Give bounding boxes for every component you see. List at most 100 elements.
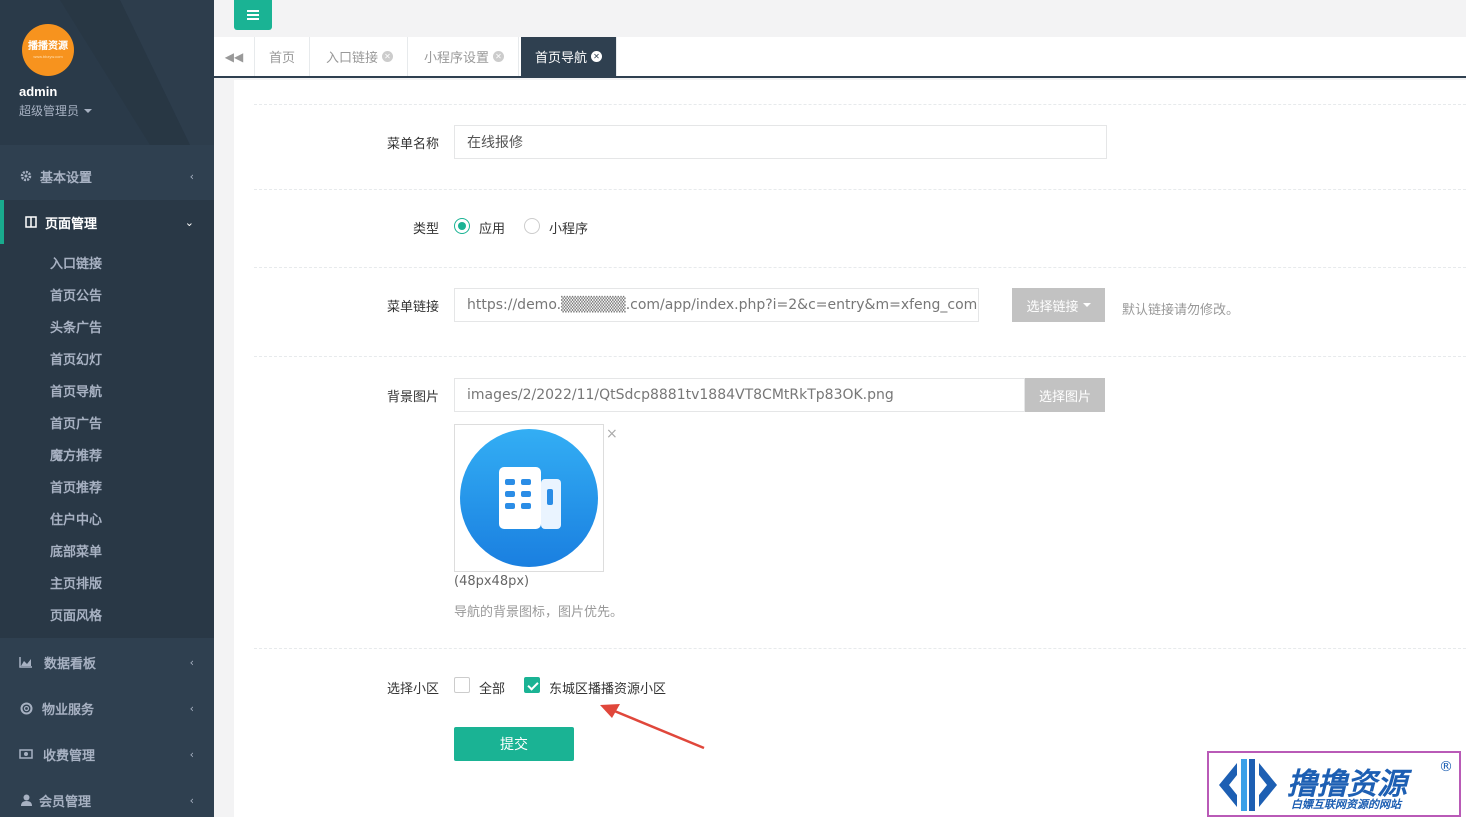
sidebar-toggle-button[interactable] xyxy=(234,0,272,30)
watermark-logo: 撸撸资源 ® 白嫖互联网资源的网站 xyxy=(1207,751,1461,817)
sidebar-item-billing[interactable]: 收费管理 ‹ xyxy=(0,732,214,776)
user-icon xyxy=(19,793,33,807)
page-tabs: ◀◀ 首页 入口链接 ✕ 小程序设置 ✕ 首页导航 ✕ xyxy=(214,37,1466,78)
close-icon[interactable]: ✕ xyxy=(493,51,505,62)
menu-link-label: 菜单链接 xyxy=(386,300,439,315)
sidebar-item-label: 收费管理 xyxy=(43,748,96,764)
tab-label: 小程序设置 xyxy=(424,51,490,66)
image-size-note: (48px48px) xyxy=(454,574,530,589)
sidebar-subitem-resident-center[interactable]: 住户中心 xyxy=(50,509,102,528)
area-chart-icon xyxy=(19,655,33,669)
logo-subtext: www.bbzyw.com xyxy=(33,53,63,59)
community-checkbox-all[interactable] xyxy=(454,677,470,693)
chevron-left-icon: ‹ xyxy=(189,747,194,761)
menu-name-input[interactable]: 在线报修 xyxy=(454,125,1107,159)
logo-text: 播播资源 xyxy=(28,40,68,52)
type-radio-app[interactable] xyxy=(454,218,470,234)
life-ring-icon xyxy=(19,701,33,715)
sidebar-subitem-home-slides[interactable]: 首页幻灯 xyxy=(50,349,102,368)
profile-panel: 播播资源 www.bbzyw.com admin 超级管理员 xyxy=(0,0,214,145)
caret-down-icon xyxy=(84,108,93,113)
type-option-app-label: 应用 xyxy=(479,222,506,237)
sidebar-item-basic-settings[interactable]: 基本设置 ‹ xyxy=(0,154,214,198)
menu-link-input[interactable]: https://demo.▒▒▒▒▒▒.com/app/index.php?i=… xyxy=(454,288,979,322)
sidebar-item-property-service[interactable]: 物业服务 ‹ xyxy=(0,686,214,730)
tab-entry-links[interactable]: 入口链接 ✕ xyxy=(312,37,409,76)
sidebar-item-label: 数据看板 xyxy=(44,656,97,672)
tab-label: 首页导航 xyxy=(535,51,588,66)
divider xyxy=(254,648,1466,649)
chevron-left-icon: ‹ xyxy=(189,169,194,183)
type-label: 类型 xyxy=(412,222,439,237)
background-image-help: 导航的背景图标，图片优先。 xyxy=(454,605,624,620)
close-icon[interactable]: ✕ xyxy=(382,51,394,62)
tab-label: 入口链接 xyxy=(326,51,379,66)
sidebar-item-label: 会员管理 xyxy=(39,794,92,810)
profile-background xyxy=(60,0,214,145)
sidebar-subitem-bottom-menu[interactable]: 底部菜单 xyxy=(50,541,102,560)
sidebar-subitem-headline-ads[interactable]: 头条广告 xyxy=(50,317,102,336)
background-image-label: 背景图片 xyxy=(386,390,439,405)
tab-miniprogram-settings[interactable]: 小程序设置 ✕ xyxy=(410,37,520,76)
watermark-emblem-icon xyxy=(1219,759,1277,811)
menu-name-label: 菜单名称 xyxy=(386,137,439,152)
sidebar-subitem-cube-recommend[interactable]: 魔方推荐 xyxy=(50,445,102,464)
main-content: 菜单名称 在线报修 类型 应用 小程序 菜单链接 https://demo.▒▒… xyxy=(234,80,1466,817)
sidebar-item-label: 物业服务 xyxy=(42,702,95,718)
divider xyxy=(254,267,1466,268)
annotation-arrow-icon xyxy=(600,704,705,750)
hamburger-icon xyxy=(247,10,259,20)
tab-home[interactable]: 首页 xyxy=(255,37,311,76)
sidebar-subitem-home-ads[interactable]: 首页广告 xyxy=(50,413,102,432)
sidebar-item-page-management[interactable]: 页面管理 ⌄ xyxy=(0,200,214,244)
profile-role-label: 超级管理员 xyxy=(19,104,80,118)
type-option-miniprogram-label: 小程序 xyxy=(549,222,589,237)
money-icon xyxy=(19,747,33,761)
tab-home-navigation[interactable]: 首页导航 ✕ xyxy=(521,37,618,76)
tab-label: 首页 xyxy=(269,51,296,66)
remove-image-button[interactable]: × xyxy=(606,426,618,442)
background-image-preview xyxy=(454,424,604,572)
background-image-input[interactable]: images/2/2022/11/QtSdcp8881tv1884VT8CMtR… xyxy=(454,378,1025,412)
watermark-subtitle: 白嫖互联网资源的网站 xyxy=(1291,798,1401,811)
select-link-button[interactable]: 选择链接 xyxy=(1012,288,1105,322)
sidebar-item-dashboard[interactable]: 数据看板 ‹ xyxy=(0,640,214,684)
select-link-label: 选择链接 xyxy=(1026,299,1079,315)
close-icon[interactable]: ✕ xyxy=(591,51,603,62)
chevron-left-icon: ‹ xyxy=(189,655,194,669)
sidebar-subitem-entry-links[interactable]: 入口链接 xyxy=(50,253,102,272)
tabs-scroll-left-button[interactable]: ◀◀ xyxy=(214,37,255,76)
chevron-down-icon: ⌄ xyxy=(184,215,194,229)
menu-link-help: 默认链接请勿修改。 xyxy=(1122,303,1240,318)
profile-name[interactable]: admin xyxy=(19,84,57,99)
sidebar-item-label: 基本设置 xyxy=(40,170,93,186)
top-navbar xyxy=(214,0,1466,37)
divider xyxy=(254,189,1466,190)
divider xyxy=(254,104,1466,105)
brand-logo: 播播资源 www.bbzyw.com xyxy=(22,24,74,76)
sidebar-subitem-home-recommend[interactable]: 首页推荐 xyxy=(50,477,102,496)
community-label: 选择小区 xyxy=(386,682,439,697)
sidebar-subitem-page-style[interactable]: 页面风格 xyxy=(50,605,102,624)
caret-down-icon xyxy=(1082,303,1091,307)
type-radio-miniprogram[interactable] xyxy=(524,218,540,234)
sidebar-subitem-home-notice[interactable]: 首页公告 xyxy=(50,285,102,304)
profile-role-dropdown[interactable]: 超级管理员 xyxy=(19,102,93,119)
sidebar: 播播资源 www.bbzyw.com admin 超级管理员 基本设置 ‹ 页面… xyxy=(0,0,214,817)
divider xyxy=(254,356,1466,357)
sidebar-subitem-home-layout[interactable]: 主页排版 xyxy=(50,573,102,592)
community-option-all-label: 全部 xyxy=(479,682,506,697)
submit-button[interactable]: 提交 xyxy=(454,727,574,761)
sidebar-subitem-home-nav[interactable]: 首页导航 xyxy=(50,381,102,400)
building-icon xyxy=(460,429,598,567)
select-image-button[interactable]: 选择图片 xyxy=(1025,378,1105,412)
sidebar-submenu: 入口链接 首页公告 头条广告 首页幻灯 首页导航 首页广告 魔方推荐 首页推荐 … xyxy=(0,244,214,638)
sidebar-item-label: 页面管理 xyxy=(45,216,98,232)
community-checkbox-dongcheng[interactable] xyxy=(524,677,540,693)
chevron-left-icon: ‹ xyxy=(189,701,194,715)
gear-icon xyxy=(19,169,33,183)
community-option-dongcheng-label: 东城区播播资源小区 xyxy=(549,682,667,697)
watermark-registered: ® xyxy=(1439,759,1453,775)
sidebar-item-members[interactable]: 会员管理 ‹ xyxy=(0,778,214,817)
chevron-left-icon: ‹ xyxy=(189,793,194,807)
